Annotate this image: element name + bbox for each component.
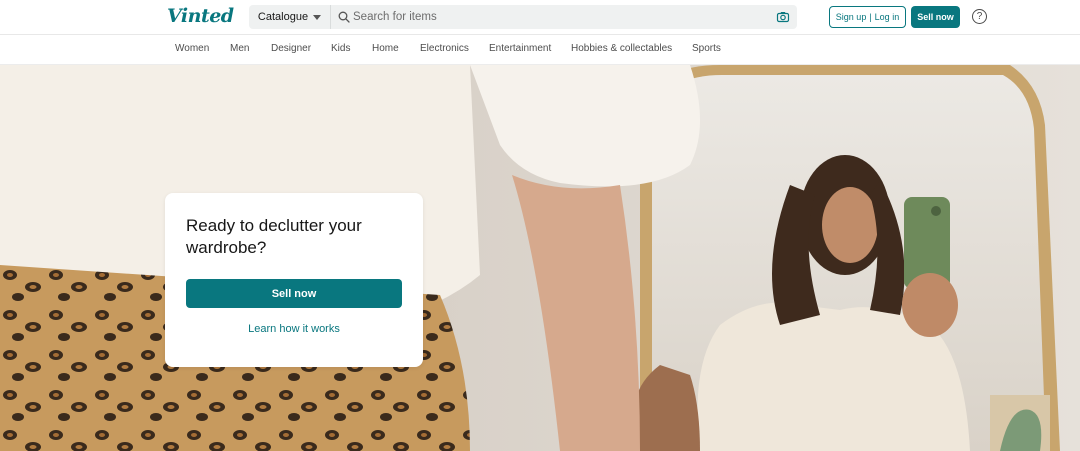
category-electronics[interactable]: Electronics [420,43,469,54]
category-home[interactable]: Home [372,43,399,54]
catalogue-label: Catalogue [257,11,309,23]
category-women[interactable]: Women [175,43,209,54]
login-label: Log in [874,12,900,22]
learn-how-it-works-link[interactable]: Learn how it works [186,323,402,339]
category-men[interactable]: Men [230,43,249,54]
camera-icon[interactable] [776,10,790,24]
search-input[interactable] [353,7,773,27]
catalogue-dropdown[interactable]: Catalogue [249,5,331,29]
category-nav: Women Men Designer Kids Home Electronics… [0,35,1080,65]
hero-image [0,65,1080,451]
search-bar: Catalogue [249,5,797,29]
sell-now-button-header[interactable]: Sell now [911,6,960,28]
vinted-logo[interactable]: Vinted [167,5,234,27]
help-icon[interactable]: ? [972,9,987,24]
category-designer[interactable]: Designer [271,43,311,54]
hero-card: Ready to declutter your wardrobe? Sell n… [165,193,423,367]
sell-now-button[interactable]: Sell now [186,279,402,308]
category-entertainment[interactable]: Entertainment [489,43,551,54]
top-header: Vinted Catalogue Sign up | Log in Sell n… [0,0,1080,35]
signup-label: Sign up [835,12,867,22]
category-kids[interactable]: Kids [331,43,350,54]
category-sports[interactable]: Sports [692,43,721,54]
caret-down-icon [313,14,322,20]
hero-title: Ready to declutter your wardrobe? [186,216,362,257]
hero-banner: Ready to declutter your wardrobe? Sell n… [0,65,1080,451]
search-icon [338,11,350,23]
signup-login-button[interactable]: Sign up | Log in [829,6,906,28]
separator: | [869,12,872,22]
category-hobbies[interactable]: Hobbies & collectables [571,43,672,54]
